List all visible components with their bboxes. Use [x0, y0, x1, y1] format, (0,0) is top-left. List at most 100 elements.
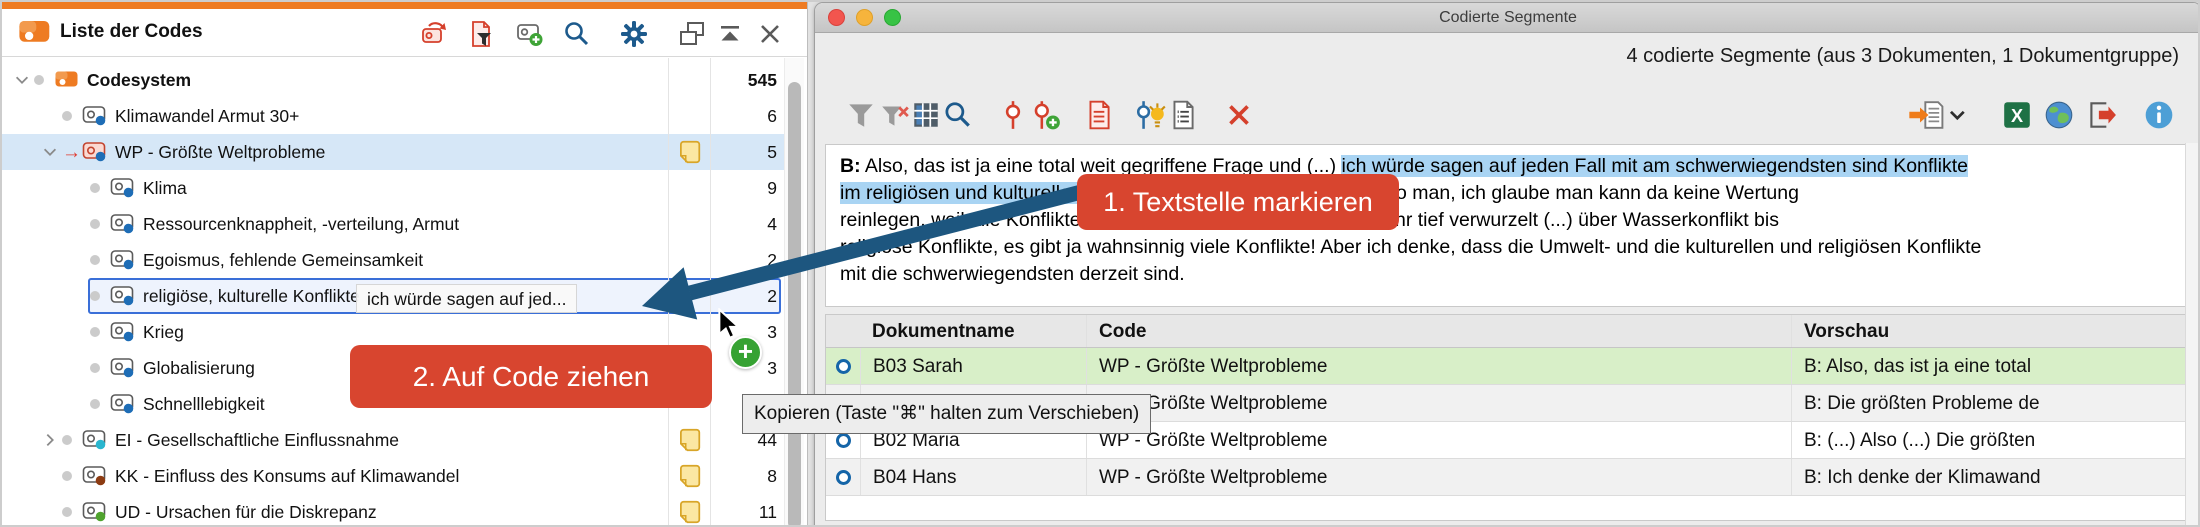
new-code-icon[interactable] [514, 18, 546, 50]
undo-coding-icon[interactable] [418, 18, 450, 50]
code-label[interactable]: Klimawandel Armut 30+ [115, 106, 299, 127]
code-cell[interactable]: WP - Größte Weltprobleme [1086, 422, 1791, 458]
activation-dot[interactable] [90, 183, 100, 193]
overview-icon[interactable] [1165, 97, 1201, 133]
code-label[interactable]: KK - Einfluss des Konsums auf Klimawande… [115, 466, 459, 487]
code-label[interactable]: Klima [143, 178, 187, 199]
screenshot-root: Liste der Codes Codesystem 545 Klimawand… [0, 0, 2200, 527]
memo-icon[interactable] [676, 427, 702, 458]
column-header-code[interactable]: Code [1086, 315, 1791, 347]
document-name-cell[interactable]: B04 Hans [860, 459, 1086, 495]
step2-annotation-badge: 2. Auf Code ziehen [350, 345, 712, 408]
window-titlebar[interactable]: Codierte Segmente [815, 3, 2198, 33]
segment-count: 545 [747, 69, 777, 90]
activation-dot[interactable] [90, 327, 100, 337]
codes-panel-header: Liste der Codes [2, 9, 807, 57]
code-label[interactable]: Globalisierung [143, 358, 255, 379]
code-icon [110, 285, 138, 307]
code-label[interactable]: Schnelllebigkeit [143, 394, 265, 415]
filter-codes-icon[interactable] [465, 18, 497, 50]
code-row-codesystem[interactable]: Codesystem 545 [2, 62, 784, 98]
activation-dot[interactable] [62, 435, 72, 445]
segments-scrollbar-track[interactable] [2185, 143, 2198, 525]
code-label[interactable]: Ressourcenknappheit, -verteilung, Armut [143, 214, 459, 235]
preview-cell[interactable]: B: Die größten Probleme de [1791, 385, 2185, 421]
activation-dot[interactable] [62, 111, 72, 121]
delete-icon[interactable] [1221, 97, 1257, 133]
code-row[interactable]: UD - Ursachen für die Diskrepanz 11 [2, 494, 784, 525]
activation-dot[interactable] [90, 219, 100, 229]
code-row[interactable]: EI - Gesellschaftliche Einflussnahme 44 [2, 422, 784, 458]
code-row[interactable]: Egoismus, fehlende Gemeinsamkeit 2 [2, 242, 784, 278]
document-circle-icon[interactable] [835, 358, 851, 374]
new-code-icon[interactable] [1027, 97, 1063, 133]
segment-text-box[interactable]: B: Also, das ist ja eine total weit gegr… [825, 144, 2186, 307]
code-row-selected[interactable]: → WP - Größte Weltprobleme 5 [2, 134, 784, 170]
table-row[interactable]: B04 Hans WP - Größte Weltprobleme B: Ich… [826, 459, 2185, 496]
settings-icon[interactable] [618, 18, 650, 50]
panel-accent-bar [2, 2, 807, 9]
collapse-all-icon[interactable] [714, 18, 746, 50]
activation-dot[interactable] [90, 399, 100, 409]
code-cell[interactable]: WP - Größte Weltprobleme [1086, 348, 1791, 384]
filter-icon[interactable] [843, 97, 879, 133]
search-icon[interactable] [560, 18, 592, 50]
chevron-down-icon[interactable] [10, 71, 34, 89]
codesystem-icon [54, 69, 82, 91]
search-icon[interactable] [939, 97, 975, 133]
activation-dot[interactable] [90, 291, 100, 301]
memo-icon[interactable] [676, 139, 702, 170]
web-export-icon[interactable] [2041, 97, 2077, 133]
code-row[interactable]: Ressourcenknappheit, -verteilung, Armut … [2, 206, 784, 242]
document-name-cell[interactable]: B03 Sarah [860, 348, 1086, 384]
preview-cell[interactable]: B: Also, das ist ja eine total [1791, 348, 2185, 384]
code-label[interactable]: religiöse, kulturelle Konflikte [143, 286, 360, 307]
chevron-down-icon[interactable] [38, 143, 62, 161]
code-label[interactable]: Krieg [143, 322, 184, 343]
smart-coding-icon[interactable] [1133, 97, 1169, 133]
code-row[interactable]: KK - Einfluss des Konsums auf Klimawande… [2, 458, 784, 494]
activation-dot[interactable] [62, 507, 72, 517]
memo-icon[interactable] [676, 499, 702, 525]
document-circle-icon[interactable] [835, 469, 851, 485]
preview-cell[interactable]: B: Ich denke der Klimawand [1791, 459, 2185, 495]
preview-cell[interactable]: B: (...) Also (...) Die größten [1791, 422, 2185, 458]
panel-title: Liste der Codes [60, 21, 203, 42]
code-cell[interactable]: WP - Größte Weltprobleme [1086, 385, 1791, 421]
coded-segments-window: Codierte Segmente 4 codierte Segmente (a… [814, 2, 2198, 525]
code-icon [110, 213, 138, 235]
code-cell[interactable]: WP - Größte Weltprobleme [1086, 459, 1791, 495]
excel-export-icon[interactable]: X [1999, 97, 2035, 133]
code-icon [110, 321, 138, 343]
table-row[interactable]: B03 Sarah WP - Größte Weltprobleme B: Al… [826, 348, 2185, 385]
codes-scrollbar-thumb[interactable] [788, 82, 801, 525]
activation-dot[interactable] [90, 363, 100, 373]
code-label[interactable]: Codesystem [87, 70, 191, 91]
code-icon[interactable] [995, 97, 1031, 133]
undock-icon[interactable] [676, 18, 708, 50]
active-coding-arrow-icon: → [62, 141, 81, 163]
code-row[interactable]: Klimawandel Armut 30+ 6 [2, 98, 784, 134]
activation-dot[interactable] [62, 471, 72, 481]
code-row[interactable]: Klima 9 [2, 170, 784, 206]
code-icon [82, 429, 110, 451]
column-header-vorschau[interactable]: Vorschau [1791, 315, 2185, 347]
code-icon [110, 177, 138, 199]
code-label[interactable]: UD - Ursachen für die Diskrepanz [115, 502, 377, 523]
chevron-right-icon[interactable] [38, 431, 62, 449]
column-header-dokumentname[interactable]: Dokumentname [860, 315, 1086, 347]
activation-dot[interactable] [90, 255, 100, 265]
export-icon[interactable] [1905, 97, 1967, 133]
code-label[interactable]: WP - Größte Weltprobleme [115, 142, 325, 163]
memo-icon[interactable] [676, 463, 702, 494]
activation-dot[interactable] [34, 75, 44, 85]
document-icon[interactable] [1081, 97, 1117, 133]
code-label[interactable]: EI - Gesellschaftliche Einflussnahme [115, 430, 399, 451]
document-circle-icon[interactable] [835, 432, 851, 448]
code-label[interactable]: Egoismus, fehlende Gemeinsamkeit [143, 250, 423, 271]
code-icon [82, 141, 110, 163]
close-icon[interactable] [754, 18, 786, 50]
segment-count: 11 [758, 501, 777, 522]
open-export-icon[interactable] [2083, 97, 2119, 133]
info-icon[interactable] [2141, 97, 2177, 133]
